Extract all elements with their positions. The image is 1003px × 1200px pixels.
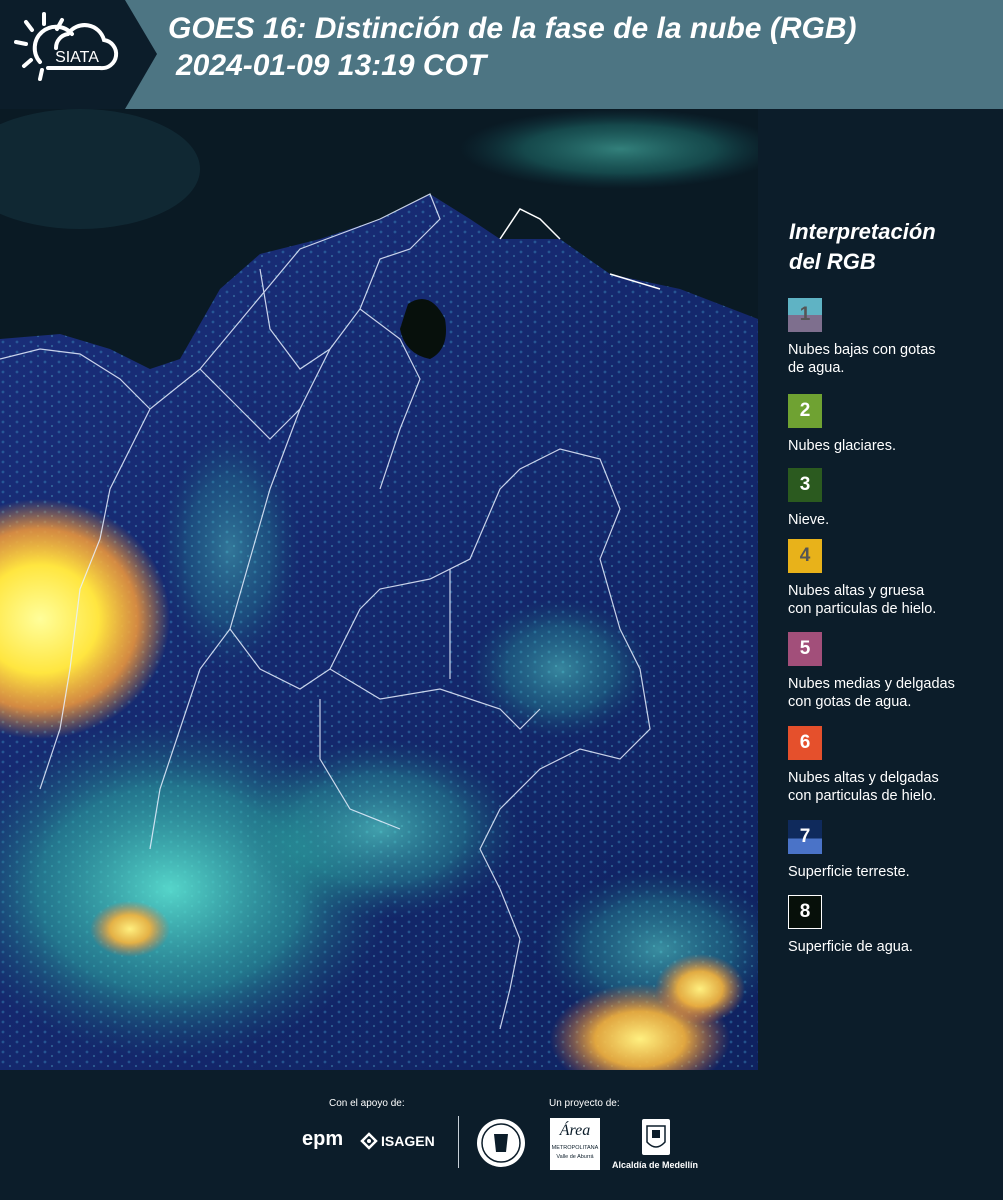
title-line-1: GOES 16: Distinción de la fase de la nub… [168,12,857,45]
legend-panel: Interpretación del RGB 1 Nubes bajas con… [760,109,1003,1070]
header-bar: SIATA GOES 16: Distinción de la fase de … [0,0,1003,109]
satellite-map[interactable] [0,109,758,1070]
legend-swatch-5: 5 [788,632,822,666]
legend-swatch-3: 3 [788,468,822,502]
legend-swatch-4: 4 [788,539,822,573]
legend-item-5: 5 Nubes medias y delgadas con gotas de ag… [788,632,1003,711]
legend-swatch-2: 2 [788,394,822,428]
siata-logo-text: SIATA [55,49,99,66]
legend-swatch-7: 7 [788,820,822,854]
legend-item-3: 3 Nieve. [788,468,1003,529]
legend-item-6: 6 Nubes altas y delgadas con particulas d… [788,726,1003,805]
area-metropolitana-logo: Área METROPOLITANA Valle de Aburrá [550,1118,600,1170]
legend-item-8: 8 Superficie de agua. [788,895,1003,956]
legend-item-2: 2 Nubes glaciares. [788,394,1003,455]
seal-icon [477,1119,525,1167]
epm-logo: epm [302,1128,344,1150]
legend-swatch-8: 8 [788,895,822,929]
isagen-mark-icon [360,1132,378,1150]
footer-divider [458,1116,459,1168]
legend-swatch-6: 6 [788,726,822,760]
legend-swatch-1: 1 [788,298,822,332]
project-label: Un proyecto de: [549,1098,620,1109]
page-title: GOES 16: Distinción de la fase de la nub… [168,10,856,84]
title-line-2: 2024-01-09 13:19 COT [176,49,487,82]
alcaldia-label: Alcaldía de Medellín [612,1160,699,1170]
legend-item-7: 7 Superficie terreste. [788,820,1003,881]
legend-item-4: 4 Nubes altas y gruesa con particulas de … [788,539,1003,618]
legend-item-1: 1 Nubes bajas con gotas de agua. [788,298,1003,377]
footer: Con el apoyo de: Un proyecto de: epm ISA… [0,1070,1003,1200]
isagen-logo: ISAGEN [360,1132,435,1150]
support-label: Con el apoyo de: [329,1098,405,1109]
logo-panel: SIATA [0,0,157,109]
legend-title: Interpretación del RGB [789,219,936,274]
alcaldia-crest-icon [642,1119,670,1155]
satellite-image [0,109,758,1070]
